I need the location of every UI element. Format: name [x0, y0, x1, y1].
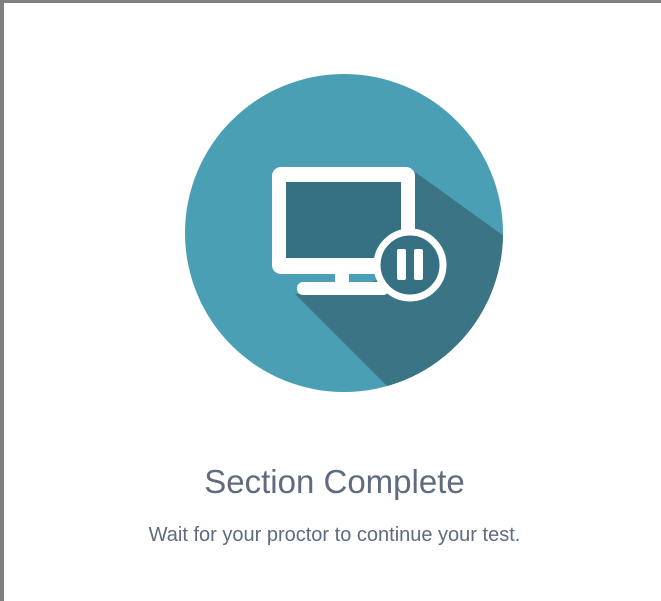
pause-bar-right [414, 249, 423, 280]
page-container: Section Complete Wait for your proctor t… [0, 0, 661, 601]
status-message: Wait for your proctor to continue your t… [148, 524, 521, 546]
page-title: Section Complete [204, 463, 465, 500]
monitor-paused-icon [185, 74, 503, 392]
pause-badge [373, 228, 447, 302]
monitor-base [297, 282, 389, 295]
pause-bar-left [397, 249, 406, 280]
